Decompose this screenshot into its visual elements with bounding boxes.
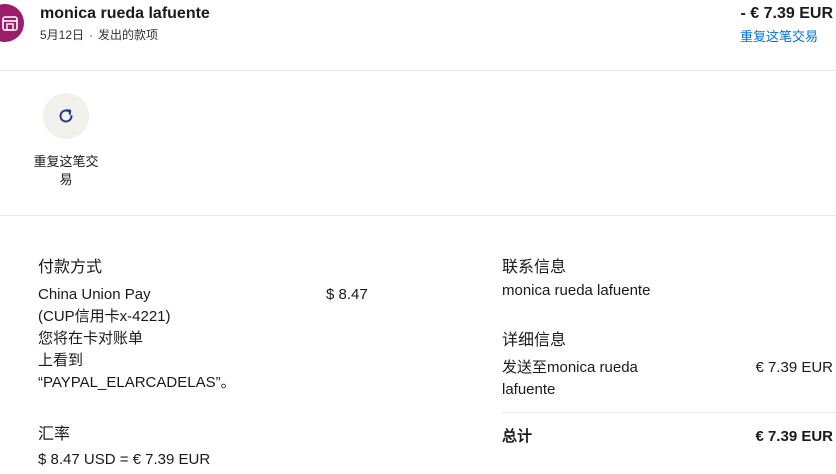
details-divider [502,412,836,413]
payment-method-amount: $ 8.47 [326,286,368,303]
payment-method-title: 付款方式 [38,259,103,276]
transaction-date: 5月12日 [40,28,85,42]
repeat-icon-circle[interactable] [43,93,89,139]
store-icon [2,16,18,31]
exchange-rate-title: 汇率 [38,426,71,443]
exchange-rate-value: $ 8.47 USD = € 7.39 EUR [38,451,211,468]
transaction-amount: - € 7.39 EUR [740,5,833,22]
action-bar: 重复这笔交易 [0,71,836,216]
transaction-type: 发出的款项 [98,28,159,42]
payment-method-line: China Union Pay [38,286,151,303]
merchant-avatar [0,4,24,42]
repeat-transaction-button[interactable]: 重复这笔交易 [28,93,104,189]
merchant-name: monica rueda lafuente [40,5,210,22]
details-title: 详细信息 [502,332,567,349]
repeat-transaction-label: 重复这笔交易 [33,154,99,187]
total-amount: € 7.39 EUR [755,428,833,445]
payment-method-line: 上看到 [38,352,84,369]
contact-info-title: 联系信息 [502,259,567,276]
sent-amount: € 7.39 EUR [755,359,833,376]
refresh-icon [59,109,73,123]
contact-name: monica rueda lafuente [502,282,651,299]
transaction-subline: 5月12日 · 发出的款项 [40,26,158,43]
transaction-header: monica rueda lafuente 5月12日 · 发出的款项 - € 7.… [0,0,836,71]
sent-to-line: 发送至monica rueda [502,359,638,376]
repeat-transaction-link[interactable]: 重复这笔交易 [740,26,818,45]
separator-dot: · [89,28,94,42]
payment-method-line: 您将在卡对账单 [38,330,144,347]
total-label: 总计 [502,428,533,445]
payment-method-line: “PAYPAL_ELARCADELAS”。 [38,374,236,391]
sent-to-line: lafuente [502,381,556,398]
payment-method-line: (CUP信用卡x-4221) [38,308,171,325]
